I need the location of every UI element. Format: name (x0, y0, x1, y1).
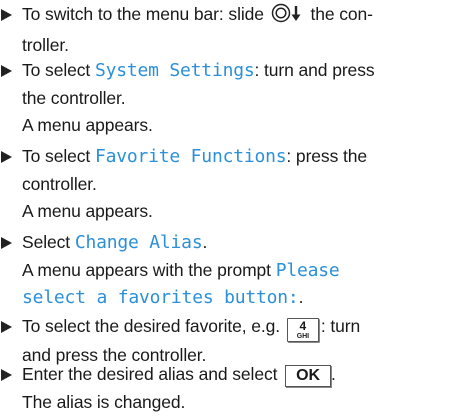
step-text: controller. (22, 171, 452, 199)
step-result: A menu appears. (22, 198, 452, 226)
step-result: The alias is changed. (22, 389, 452, 416)
step-text: the con- (306, 4, 373, 24)
step-line: select a favorites button:. (22, 284, 452, 312)
step-enter-alias: Enter the desired alias and select OK. T… (22, 361, 452, 416)
step-text: . (202, 232, 207, 252)
number-key-4-icon: 4GHI (287, 318, 319, 342)
step-line: A menu appears with the prompt Please (22, 257, 452, 285)
step-line: To select the desired favorite, e.g. 4GH… (22, 313, 452, 342)
step-text: To select (22, 146, 95, 166)
controller-slide-down-icon (271, 3, 305, 32)
bullet-arrow-icon (1, 321, 12, 333)
step-select-change-alias: Select Change Alias. A menu appears with… (22, 229, 452, 312)
step-line: To select System Settings: turn and pres… (22, 57, 452, 85)
step-select-favorite-functions: To select Favorite Functions: press the … (22, 143, 452, 226)
step-result: A menu appears. (22, 112, 452, 140)
step-text: : press the (286, 146, 367, 166)
step-select-system-settings: To select System Settings: turn and pres… (22, 57, 452, 140)
instruction-page: To switch to the menu bar: slide the con… (0, 0, 463, 415)
step-text: the controller. (22, 85, 452, 113)
bullet-arrow-icon (1, 65, 12, 77)
menu-item-reference: Change Alias (75, 232, 203, 253)
key-letters: GHI (292, 332, 314, 341)
step-line: Enter the desired alias and select OK. (22, 361, 452, 389)
step-text: : turn (321, 316, 360, 336)
ok-key-icon: OK (285, 365, 331, 387)
step-text: . (299, 287, 304, 307)
prompt-reference: select a favorites button: (22, 287, 299, 308)
step-text: To select the desired favorite, e.g. (22, 316, 285, 336)
bullet-arrow-icon (1, 151, 12, 163)
step-text: To select (22, 60, 95, 80)
step-text: Enter the desired alias and select (22, 364, 282, 384)
step-line: To switch to the menu bar: slide the con… (22, 1, 452, 32)
bullet-arrow-icon (1, 9, 12, 21)
step-text: troller. (22, 32, 452, 60)
step-result: A menu appears with the prompt (22, 260, 276, 280)
bullet-arrow-icon (1, 369, 12, 381)
prompt-reference: Please (276, 260, 340, 281)
menu-item-reference: Favorite Functions (95, 146, 286, 167)
bullet-arrow-icon (1, 237, 12, 249)
step-text: Select (22, 232, 75, 252)
step-line: To select Favorite Functions: press the (22, 143, 452, 171)
menu-item-reference: System Settings (95, 60, 255, 81)
key-number: 4 (292, 319, 314, 332)
step-text: . (331, 364, 336, 384)
step-switch-menu-bar: To switch to the menu bar: slide the con… (22, 1, 452, 59)
step-text: To switch to the menu bar: slide (22, 4, 269, 24)
step-text: : turn and press (255, 60, 375, 80)
step-line: Select Change Alias. (22, 229, 452, 257)
